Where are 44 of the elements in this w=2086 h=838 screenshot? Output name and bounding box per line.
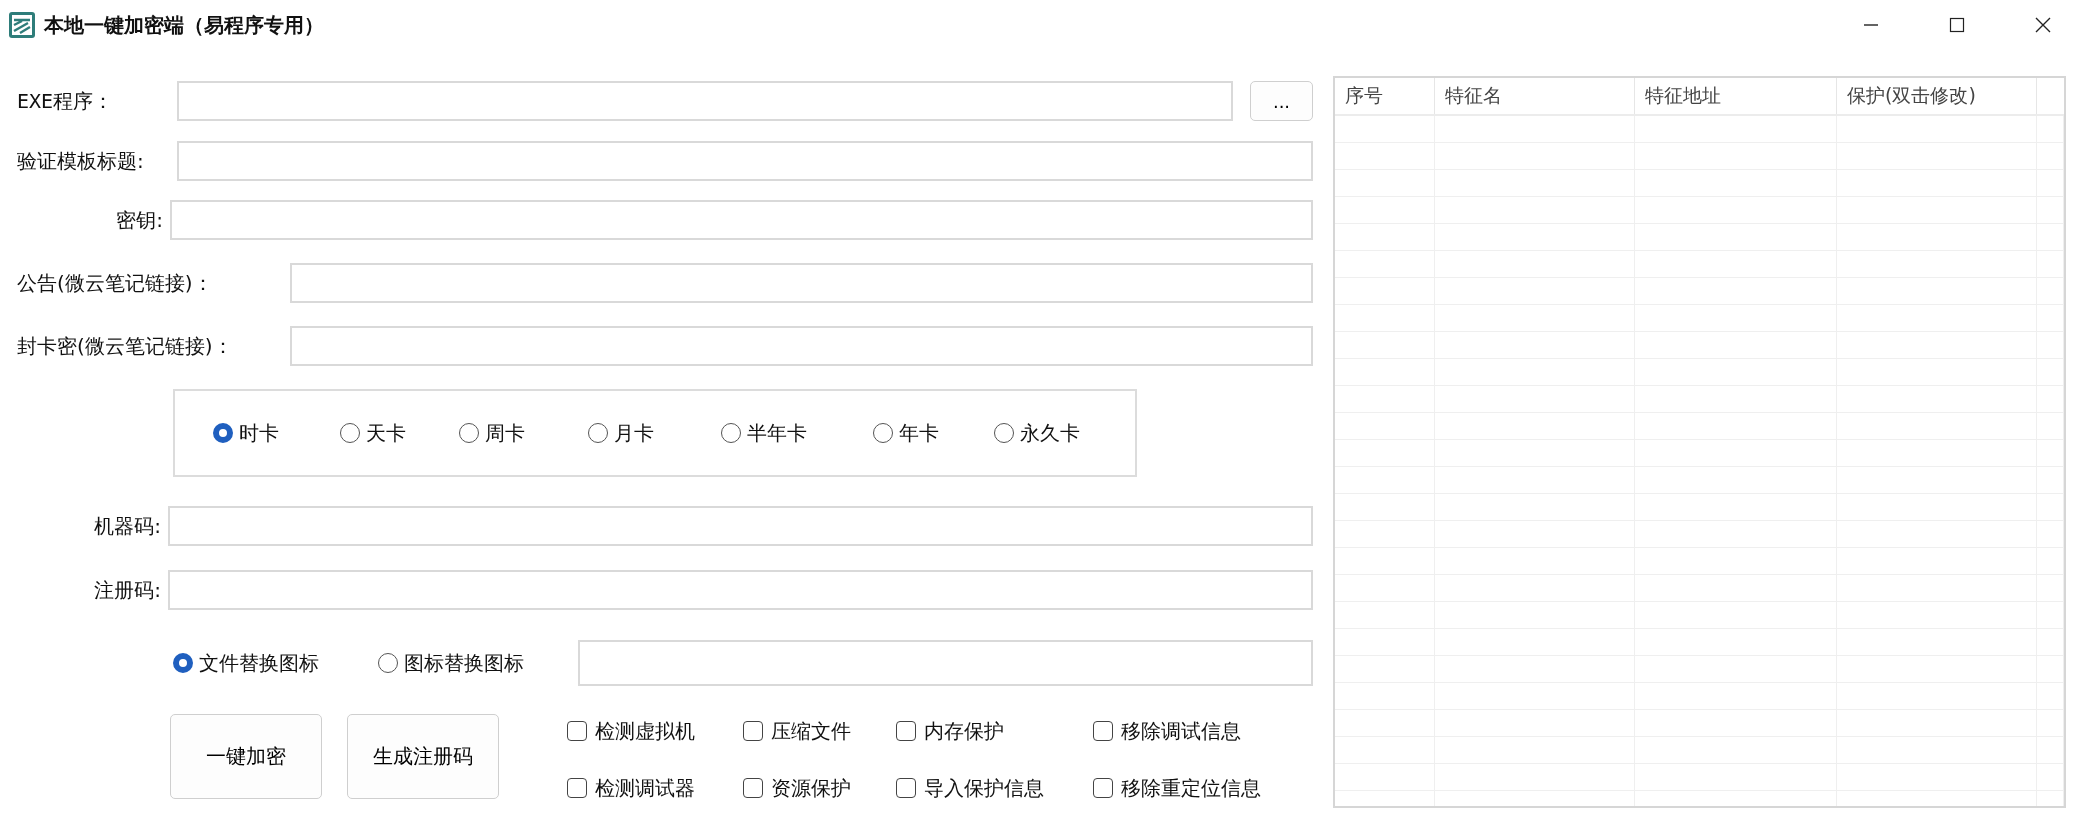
column-header[interactable]: 序号 bbox=[1335, 78, 1435, 114]
column-header[interactable]: 保护(双击修改) bbox=[1837, 78, 2037, 114]
field-label: 密钥: bbox=[115, 206, 164, 234]
option-checkbox[interactable]: 检测调试器 bbox=[567, 773, 743, 803]
text-field[interactable] bbox=[290, 263, 1313, 303]
option-checkbox[interactable]: 内存保护 bbox=[896, 716, 1093, 746]
option-checkbox[interactable]: 导入保护信息 bbox=[896, 773, 1093, 803]
column-header[interactable]: 特征名 bbox=[1435, 78, 1635, 114]
field-label: 验证模板标题: bbox=[17, 147, 145, 175]
option-checkbox[interactable]: 压缩文件 bbox=[743, 716, 896, 746]
card-type-radio[interactable]: 半年卡 bbox=[721, 419, 873, 447]
card-type-radio[interactable]: 永久卡 bbox=[994, 419, 1094, 447]
field-label: 公告(微云笔记链接)： bbox=[17, 269, 214, 297]
card-type-radio[interactable]: 月卡 bbox=[588, 419, 721, 447]
option-checkbox[interactable]: 移除重定位信息 bbox=[1093, 773, 1313, 803]
option-checkbox[interactable]: 检测虚拟机 bbox=[567, 716, 743, 746]
icon-mode-radio[interactable]: 文件替换图标 bbox=[173, 649, 378, 677]
window-title: 本地一键加密端（易程序专用） bbox=[44, 11, 324, 39]
maximize-icon bbox=[1949, 17, 1965, 33]
text-field[interactable] bbox=[168, 506, 1313, 546]
column-header[interactable]: 特征地址 bbox=[1635, 78, 1837, 114]
field-label: 注册码: bbox=[93, 576, 162, 604]
text-field[interactable] bbox=[168, 570, 1313, 610]
option-checkbox[interactable]: 资源保护 bbox=[743, 773, 896, 803]
text-field[interactable] bbox=[170, 200, 1313, 240]
app-icon bbox=[8, 11, 36, 39]
field-label: 机器码: bbox=[93, 512, 162, 540]
text-field[interactable] bbox=[290, 326, 1313, 366]
card-type-radio[interactable]: 周卡 bbox=[459, 419, 588, 447]
field-label: EXE程序： bbox=[17, 87, 115, 115]
card-type-radio[interactable]: 时卡 bbox=[213, 419, 340, 447]
card-type-radio[interactable]: 年卡 bbox=[873, 419, 994, 447]
text-field[interactable] bbox=[177, 141, 1313, 181]
action-button[interactable]: 一键加密 bbox=[170, 714, 322, 799]
icon-mode-radio[interactable]: 图标替换图标 bbox=[378, 649, 578, 677]
field-label: 封卡密(微云笔记链接)： bbox=[17, 332, 234, 360]
card-type-radio[interactable]: 天卡 bbox=[340, 419, 459, 447]
icon-path-field[interactable] bbox=[578, 640, 1313, 686]
text-field[interactable] bbox=[177, 81, 1233, 121]
option-checkbox[interactable]: 移除调试信息 bbox=[1093, 716, 1313, 746]
action-button[interactable]: 生成注册码 bbox=[347, 714, 499, 799]
close-icon bbox=[2035, 17, 2051, 33]
browse-button[interactable]: ... bbox=[1250, 81, 1313, 121]
minimize-icon bbox=[1863, 24, 1879, 26]
